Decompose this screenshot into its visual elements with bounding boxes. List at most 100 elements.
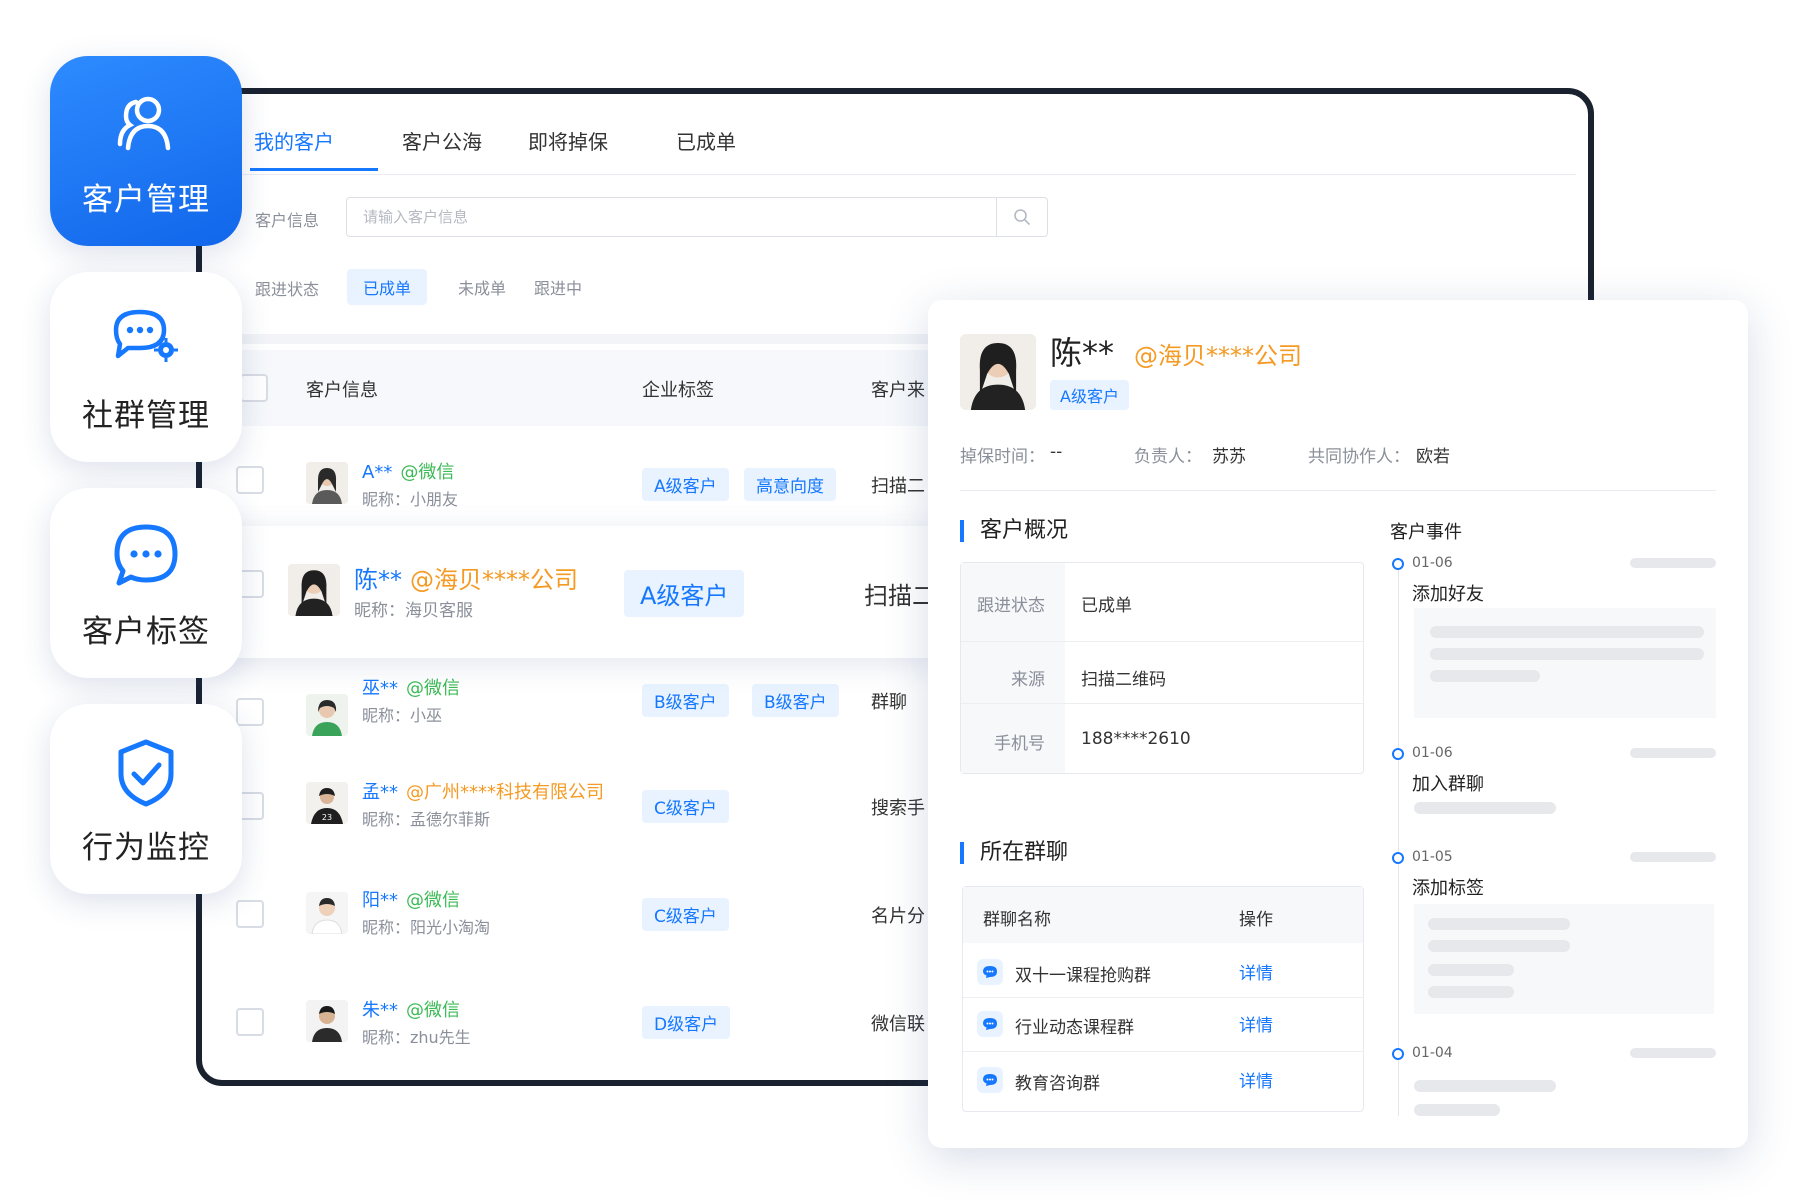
source-cell: 扫描二: [871, 476, 925, 497]
row-checkbox[interactable]: [236, 1008, 264, 1036]
nav-community-management[interactable]: 社群管理: [50, 272, 242, 462]
source-cell: 群聊: [871, 692, 907, 713]
divider: [961, 703, 1363, 704]
skeleton-bar: [1414, 1104, 1500, 1116]
event-title: 添加标签: [1412, 878, 1484, 899]
meta-label: 共同协作人：: [1308, 447, 1410, 467]
table-row-highlighted[interactable]: 陈** @海贝****公司 昵称：海贝客服 A级客户 扫描二: [218, 526, 938, 659]
divider: [963, 997, 1363, 998]
skeleton-bar: [1414, 802, 1556, 814]
tag-badge: A级客户: [642, 468, 729, 501]
tag-badge: A级客户: [624, 570, 745, 617]
meta-value: 苏苏: [1212, 447, 1246, 467]
skeleton-bar: [1630, 748, 1716, 758]
tab-my-customers[interactable]: 我的客户: [254, 126, 334, 155]
group-name: 教育咨询群: [1015, 1074, 1100, 1094]
col-customer-info: 客户信息: [306, 380, 378, 401]
customer-nickname: 昵称：小巫: [362, 706, 443, 725]
avatar: [306, 892, 348, 934]
event-title: 添加好友: [1412, 584, 1484, 605]
tag-badge: C级客户: [642, 898, 729, 931]
select-all-checkbox[interactable]: [240, 374, 268, 402]
skeleton-bar: [1428, 940, 1570, 952]
col-customer-source: 客户来: [871, 380, 925, 401]
groups-table: 群聊名称 操作 双十一课程抢购群 详情 行业动态课程群 详情 教育咨询群 详情: [962, 886, 1364, 1112]
tag-badge: B级客户: [642, 684, 729, 717]
tab-customer-pool[interactable]: 客户公海: [402, 126, 482, 155]
group-name: 行业动态课程群: [1015, 1018, 1134, 1038]
avatar: [306, 1000, 348, 1042]
row-checkbox[interactable]: [236, 466, 264, 494]
customer-nickname: 昵称：zhu先生: [362, 1028, 471, 1047]
nav-customer-tags[interactable]: 客户标签: [50, 488, 242, 678]
source-cell: 名片分: [871, 906, 925, 927]
overview-label: 跟进状态: [977, 596, 1045, 616]
col-enterprise-tags: 企业标签: [642, 380, 714, 401]
customer-name[interactable]: 巫** @微信: [362, 674, 460, 700]
skeleton-bar: [1630, 852, 1716, 862]
svg-text:23: 23: [322, 813, 332, 822]
group-detail-link[interactable]: 详情: [1239, 1011, 1273, 1036]
skeleton-bar: [1430, 648, 1704, 660]
customer-nickname: 昵称：孟德尔菲斯: [362, 810, 491, 829]
event-date: 01-06: [1412, 745, 1453, 761]
avatar: [306, 462, 348, 504]
tag-badge: B级客户: [752, 684, 839, 717]
section-divider: [236, 334, 936, 344]
meta-label: 掉保时间：: [960, 447, 1045, 467]
tab-expiring[interactable]: 即将掉保: [528, 126, 608, 155]
timeline-dot: [1392, 852, 1404, 864]
avatar: [288, 564, 340, 616]
events-title: 客户事件: [1390, 522, 1462, 543]
overview-value: 扫描二维码: [1081, 670, 1166, 690]
search-label: 客户信息: [255, 211, 320, 230]
skeleton-bar: [1430, 626, 1704, 638]
customer-name[interactable]: A** @微信: [362, 458, 454, 484]
nav-label: 行为监控: [82, 830, 210, 866]
search-box: [346, 197, 1048, 237]
active-tab-indicator: [250, 168, 378, 171]
nav-behavior-monitor[interactable]: 行为监控: [50, 704, 242, 894]
overview-value: 188****2610: [1081, 729, 1191, 749]
tag-badge: D级客户: [642, 1006, 731, 1039]
group-detail-link[interactable]: 详情: [1239, 959, 1273, 984]
meta-label: 负责人：: [1134, 447, 1202, 467]
timeline-dot: [1392, 1048, 1404, 1060]
skeleton-bar: [1630, 558, 1716, 568]
skeleton-bar: [1428, 964, 1514, 976]
search-input[interactable]: [361, 207, 985, 227]
customer-name[interactable]: 阳** @微信: [362, 886, 460, 912]
detail-avatar: [960, 334, 1036, 410]
divider: [960, 490, 1716, 491]
nav-label: 客户标签: [82, 614, 210, 650]
row-checkbox[interactable]: [236, 900, 264, 928]
skeleton-bar: [1428, 986, 1514, 998]
detail-company: @海贝****公司: [1134, 342, 1302, 370]
tab-bar: 我的客户 客户公海 即将掉保 已成单: [236, 120, 1576, 175]
shield-check-icon: [118, 739, 174, 807]
customer-nickname: 昵称：阳光小淘淘: [362, 918, 491, 937]
avatar: 23: [306, 782, 348, 824]
source-cell: 微信联: [871, 1014, 925, 1035]
customer-manage-icon: [117, 96, 171, 151]
row-checkbox[interactable]: [236, 698, 264, 726]
customer-name[interactable]: 朱** @微信: [362, 996, 460, 1022]
event-date: 01-06: [1412, 555, 1453, 571]
filter-not-closed[interactable]: 未成单: [442, 269, 522, 305]
overview-label: 来源: [1011, 670, 1045, 690]
avatar: [306, 694, 348, 736]
filter-following[interactable]: 跟进中: [518, 269, 598, 305]
customer-name[interactable]: 孟** @广州****科技有限公司: [362, 778, 604, 804]
nav-customer-management[interactable]: 客户管理: [50, 56, 242, 246]
meta-value: 欧若: [1416, 447, 1450, 467]
skeleton-bar: [1414, 1080, 1556, 1092]
timeline-dot: [1392, 558, 1404, 570]
group-detail-link[interactable]: 详情: [1239, 1067, 1273, 1092]
tab-closed[interactable]: 已成单: [676, 126, 736, 155]
nav-label: 社群管理: [82, 398, 210, 434]
col-group-name: 群聊名称: [983, 910, 1051, 930]
search-button[interactable]: [996, 198, 1047, 236]
customer-name[interactable]: 陈** @海贝****公司: [354, 560, 578, 595]
filter-closed[interactable]: 已成单: [347, 269, 428, 305]
event-date: 01-05: [1412, 849, 1453, 865]
